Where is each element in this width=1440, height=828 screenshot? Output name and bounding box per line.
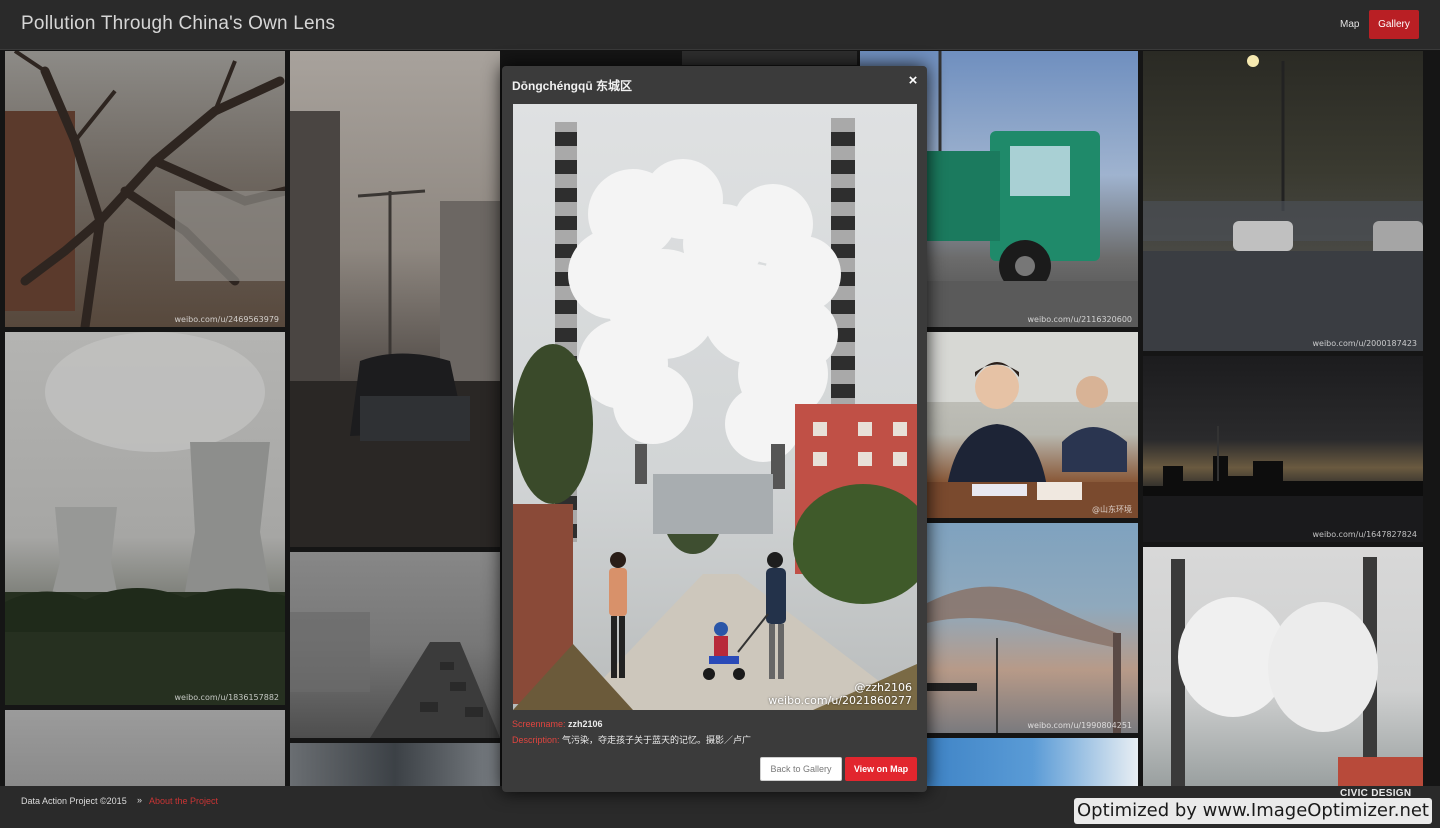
gallery-photo-street-lamp[interactable] — [290, 51, 500, 547]
skyline-illustration — [1143, 426, 1423, 542]
night-street-illustration — [1143, 55, 1423, 351]
gallery-photo-tree[interactable]: weibo.com/u/2469563979 — [5, 51, 285, 327]
description-value: 气污染，夺走孩子关于蓝天的记忆。摄影／卢广 — [562, 735, 752, 745]
image-optimizer-watermark: Optimized by www.ImageOptimizer.net — [1074, 798, 1432, 824]
about-project-link[interactable]: About the Project — [149, 796, 218, 806]
gallery-photo-twin-chimneys[interactable] — [1143, 547, 1423, 786]
modal-title: Dōngchéngqū 东城区 — [512, 79, 632, 93]
gallery-caption: weibo.com/u/1647827824 — [1312, 530, 1417, 539]
screenname-row: Screenname: zzh2106 — [512, 719, 603, 729]
description-label: Description: — [512, 735, 560, 745]
gallery-photo-smog-highway[interactable] — [290, 552, 500, 738]
photo-watermark-user: @zzh2106 — [854, 681, 912, 694]
nav-gallery-button[interactable]: Gallery — [1369, 10, 1419, 39]
photo-watermark-url: weibo.com/u/2021860277 — [768, 694, 912, 707]
highway-illustration — [290, 612, 500, 738]
gallery-photo-cars[interactable] — [290, 743, 500, 786]
gallery-caption: @山东环境 — [1092, 505, 1132, 514]
gallery-caption: weibo.com/u/2000187423 — [1312, 339, 1417, 348]
gallery-caption: weibo.com/u/2116320600 — [1027, 315, 1132, 324]
gallery-photo-top-strip[interactable] — [682, 51, 857, 65]
street-scene-illustration — [290, 111, 500, 547]
cooling-tower-illustration — [5, 332, 285, 705]
site-title[interactable]: Pollution Through China's Own Lens — [21, 13, 335, 35]
gallery-photo-night-skyline[interactable]: weibo.com/u/1647827824 — [1143, 356, 1423, 542]
screenname-label: Screenname: — [512, 719, 566, 729]
gallery-photo-night-street[interactable]: weibo.com/u/2000187423 — [1143, 51, 1423, 351]
chimney-illustration — [1171, 557, 1423, 786]
meeting-illustration — [927, 332, 1138, 518]
nav-map-link[interactable]: Map — [1331, 10, 1368, 39]
gallery-photo-cooling-towers[interactable]: weibo.com/u/1836157882 — [5, 332, 285, 705]
back-to-gallery-button[interactable]: Back to Gallery — [760, 757, 842, 781]
footer-separator: » — [137, 795, 143, 805]
gallery-photo-grey-sky[interactable] — [5, 710, 285, 786]
smokestack-illustration — [927, 586, 1121, 733]
smokestack-photo-illustration — [513, 104, 917, 710]
modal-photo: @zzh2106 weibo.com/u/2021860277 — [513, 104, 917, 710]
screenname-value: zzh2106 — [568, 719, 603, 729]
top-nav-bar: Pollution Through China's Own Lens Map G… — [0, 0, 1440, 50]
gallery-caption: weibo.com/u/1990804251 — [1027, 721, 1132, 730]
photo-detail-modal: Dōngchéngqū 东城区 × @zzh2106 weibo.com/u/2… — [502, 66, 927, 792]
close-icon[interactable]: × — [905, 73, 921, 89]
view-on-map-button[interactable]: View on Map — [845, 757, 917, 781]
gallery-photo-blue-sky[interactable] — [927, 738, 1138, 786]
description-row: Description: 气污染，夺走孩子关于蓝天的记忆。摄影／卢广 — [512, 733, 751, 746]
gallery-photo-smokestack-sunset[interactable]: weibo.com/u/1990804251 — [927, 523, 1138, 733]
gallery-photo-meeting[interactable]: @山东环境 — [927, 332, 1138, 518]
footer-copyright: Data Action Project ©2015 — [21, 796, 127, 806]
gallery-caption: weibo.com/u/2469563979 — [174, 315, 279, 324]
gallery-caption: weibo.com/u/1836157882 — [174, 693, 279, 702]
tree-illustration — [5, 51, 285, 327]
